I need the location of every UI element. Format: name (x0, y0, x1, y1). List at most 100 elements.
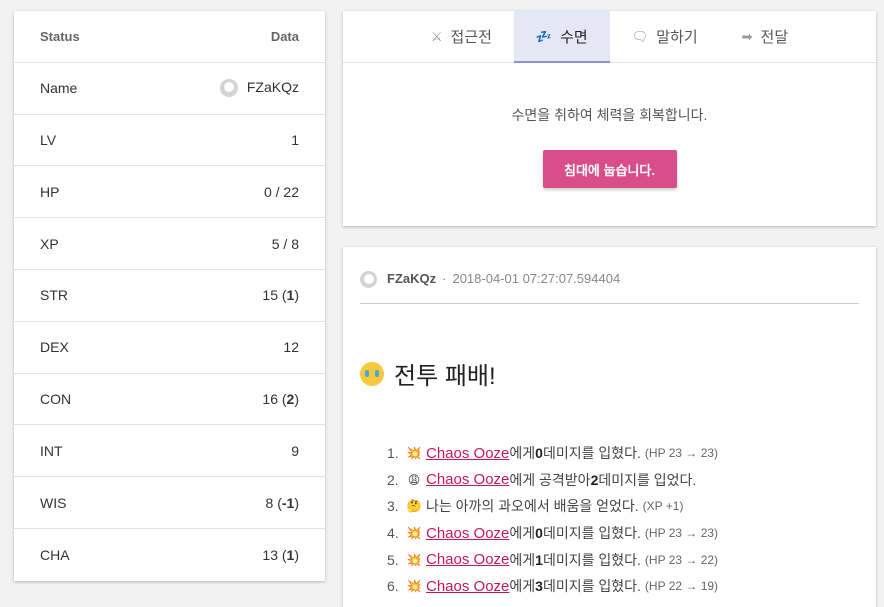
stat-label: INT (40, 442, 63, 459)
avatar (360, 271, 377, 288)
entry-note: (XP +1) (642, 499, 684, 514)
entry-icon: 💥 (406, 552, 422, 567)
action-description: 수면을 취하여 체력을 회복합니다. (511, 107, 708, 123)
stat-value: 5 / 8 (271, 235, 299, 252)
entry-text-end: 데미지를 입혔다. (542, 578, 641, 595)
stat-row-xp: XP 5 / 8 (14, 218, 325, 270)
crying-face-icon (360, 361, 384, 386)
entry-number: 3. (387, 498, 399, 515)
entry-icon: 💥 (406, 579, 422, 594)
avatar (219, 79, 238, 98)
log-entry: 4. 💥 Chaos Ooze 에게 0 데미지를 입혔다. (HP 23 → 23) (387, 520, 876, 547)
entry-number: 2. (387, 471, 399, 488)
tab-2[interactable]: 🗨 말하기 (610, 11, 720, 62)
log-author[interactable]: FZaKQz (387, 271, 436, 286)
tab-3[interactable]: ➡ 전달 (720, 11, 811, 62)
stat-label: STR (40, 287, 68, 304)
entry-icon: 💥 (406, 526, 422, 541)
stat-label: CON (40, 390, 72, 407)
entry-text-end: 데미지를 입었다. (598, 471, 697, 488)
stat-label: DEX (40, 339, 69, 356)
entry-text-end: 데미지를 입혔다. (542, 445, 641, 462)
status-table: Status Data Name FZaKQz LV 1 HP 0 / 22 XP … (14, 11, 325, 581)
action-panel: ⚔ 접근전 💤 수면 🗨 말하기 ➡ 전달 수면을 취하여 체력을 회복합니다. 침대에 눕습… (343, 11, 876, 226)
entry-note: (HP 23 → 23) (644, 526, 719, 541)
monster-link[interactable]: Chaos Ooze (426, 525, 509, 542)
stat-row-name: Name FZaKQz (14, 63, 325, 115)
entry-icon: 😩 (407, 472, 421, 487)
stat-row-dex: DEX 12 (14, 322, 325, 374)
entry-note: (HP 23 → 22) (644, 552, 719, 567)
entry-text: 에게 (509, 551, 536, 568)
damage-value: 0 (535, 445, 543, 462)
damage-value: 0 (535, 525, 543, 542)
sleep-icon: 💤 (535, 28, 553, 44)
status-table-header: Status Data (14, 11, 325, 63)
tab-label: 접근전 (450, 29, 492, 46)
damage-value: 2 (590, 471, 599, 488)
stat-label: WIS (40, 494, 67, 511)
forward-arrow-icon: ➡ (741, 28, 753, 44)
monster-link[interactable]: Chaos Ooze (426, 551, 509, 568)
tab-label: 수면 (560, 29, 588, 46)
player-name: FZaKQz (246, 79, 299, 96)
stat-row-int: INT 9 (14, 425, 325, 478)
stat-label: XP (40, 235, 59, 252)
entry-text: 에게 (509, 525, 536, 542)
damage-value: 3 (535, 578, 543, 595)
stat-value: 15 (1) (262, 287, 299, 304)
battle-result-text: 전투 패배! (394, 363, 496, 390)
tab-1[interactable]: 💤 수면 (513, 11, 610, 63)
entry-text: 에게 (509, 445, 536, 462)
entry-text: 나는 아까의 과오에서 배움을 얻었다. (426, 498, 639, 515)
stat-value: 16 (2) (262, 390, 299, 407)
tab-0[interactable]: ⚔ 접근전 (409, 11, 514, 62)
stat-row-wis: WIS 8 (-1) (14, 477, 325, 529)
stat-row-hp: HP 0 / 22 (14, 166, 325, 219)
stat-value: 13 (1) (262, 546, 299, 563)
log-entry: 1. 💥 Chaos Ooze 에게 0 데미지를 입혔다. (HP 23 → 23) (387, 440, 876, 467)
damage-value: 1 (535, 551, 543, 568)
entry-text-end: 데미지를 입혔다. (542, 551, 641, 568)
go-to-bed-button[interactable]: 침대에 눕습니다. (542, 150, 677, 188)
stat-value: 0 / 22 (263, 183, 299, 200)
data-column-header: Data (270, 28, 299, 44)
crossed-swords-icon: ⚔ (430, 28, 443, 44)
battle-log-list: 1. 💥 Chaos Ooze 에게 0 데미지를 입혔다. (HP 23 → 23)… (387, 440, 876, 600)
stat-value: FZaKQz (219, 79, 299, 98)
entry-icon: 💥 (406, 446, 422, 461)
tab-label: 전달 (760, 29, 789, 46)
stat-label: Name (40, 80, 78, 97)
stat-row-str: STR 15 (1) (14, 270, 325, 322)
stat-value: 1 (291, 131, 299, 148)
stat-value: 8 (-1) (265, 494, 299, 511)
tab-label: 말하기 (656, 29, 698, 46)
entry-text: 에게 (509, 578, 536, 595)
entry-number: 1. (387, 445, 399, 462)
log-header: FZaKQz · 2018-04-01 07:27:07.594404 (360, 247, 859, 304)
monster-link[interactable]: Chaos Ooze (426, 578, 509, 595)
speech-icon: 🗨 (631, 28, 649, 44)
entry-number: 4. (387, 525, 399, 542)
stat-label: HP (40, 183, 60, 200)
stat-value: 9 (291, 442, 299, 459)
log-entry: 2. 😩 Chaos Ooze 에게 공격받아 2 데미지를 입었다. (387, 467, 876, 494)
entry-note: (HP 23 → 23) (644, 446, 719, 461)
battle-result-title: 전투 패배! (360, 356, 859, 391)
log-entry: 3. 🤔 나는 아까의 과오에서 배움을 얻었다. (XP +1) (387, 493, 876, 520)
monster-link[interactable]: Chaos Ooze (426, 445, 509, 462)
entry-text-end: 데미지를 입혔다. (542, 525, 641, 542)
entry-text: 에게 공격받아 (509, 471, 591, 488)
stat-label: LV (40, 131, 57, 148)
log-entry: 5. 💥 Chaos Ooze 에게 1 데미지를 입혔다. (HP 23 → 22) (387, 546, 876, 573)
log-timestamp: 2018-04-01 07:27:07.594404 (452, 271, 621, 286)
stat-value: 12 (283, 339, 299, 356)
log-entry: 6. 💥 Chaos Ooze 에게 3 데미지를 입혔다. (HP 22 → 19) (387, 573, 876, 600)
entry-icon: 🤔 (406, 499, 422, 514)
entry-number: 5. (387, 551, 399, 568)
stat-row-cha: CHA 13 (1) (14, 529, 325, 581)
action-tabs: ⚔ 접근전 💤 수면 🗨 말하기 ➡ 전달 (343, 11, 876, 63)
monster-link[interactable]: Chaos Ooze (426, 471, 509, 488)
stat-row-lv: LV 1 (14, 115, 325, 167)
stat-label: CHA (40, 546, 70, 563)
